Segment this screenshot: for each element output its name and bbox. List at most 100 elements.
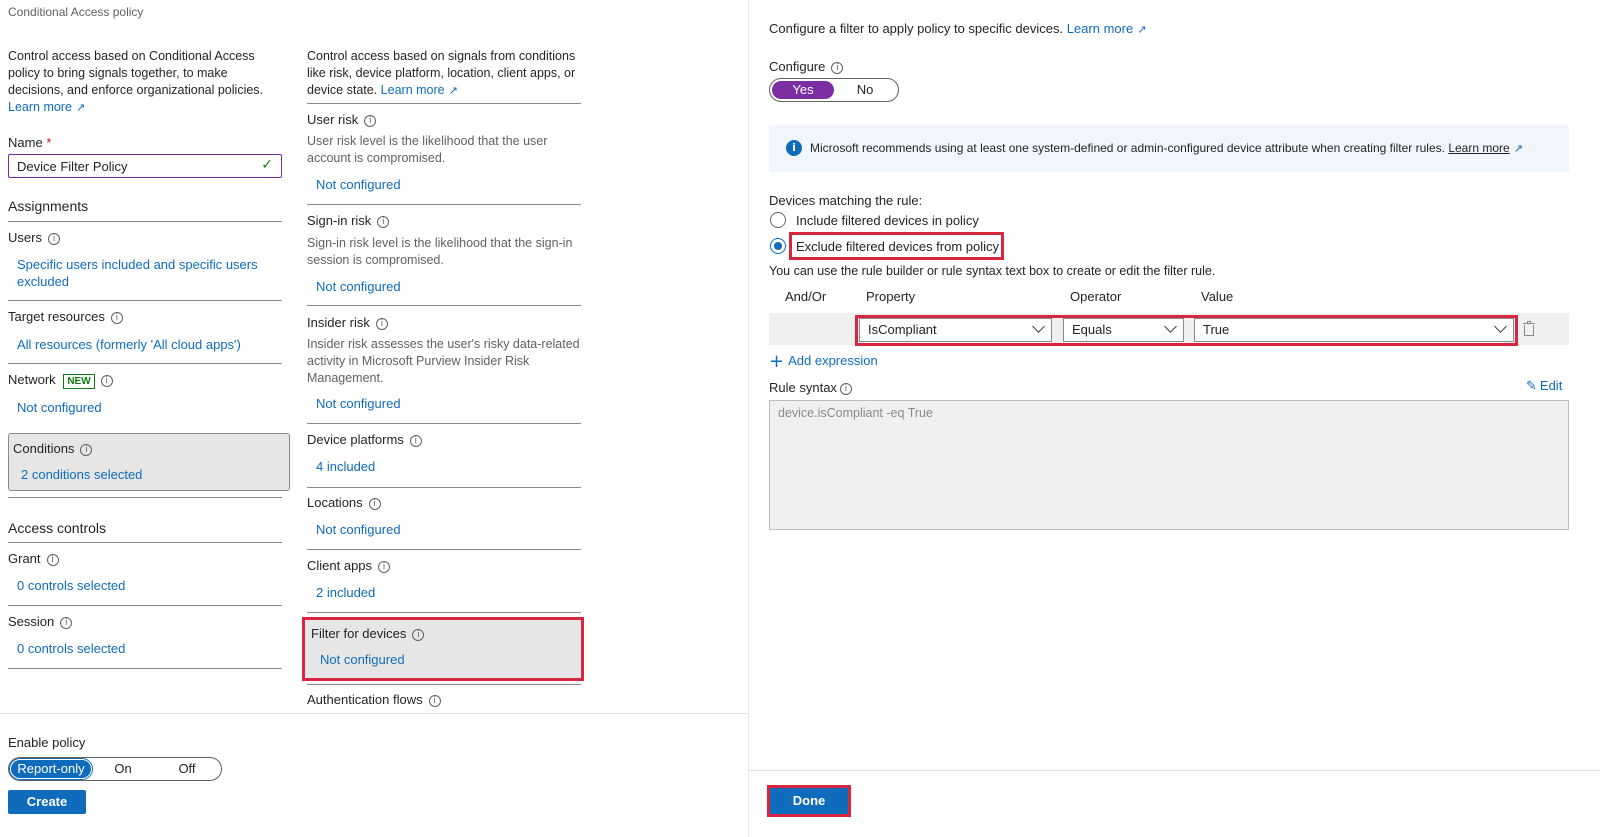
session-value-link[interactable]: 0 controls selected (17, 641, 125, 656)
divider (307, 204, 581, 205)
info-icon[interactable]: i (428, 695, 441, 707)
left-learn-more-link[interactable]: Learn more (8, 100, 72, 114)
name-input[interactable]: Device Filter Policy ✓ (8, 154, 282, 178)
device-platforms-label: Device platforms i (307, 432, 422, 447)
network-label-text: Network (8, 372, 56, 387)
users-label: Users i (8, 230, 60, 245)
off-option[interactable]: Off (155, 760, 219, 778)
locations-label: Locations i (307, 495, 381, 510)
include-radio-label[interactable]: Include filtered devices in policy (796, 213, 979, 228)
info-circle-icon: i (786, 140, 802, 156)
client-apps-value-link[interactable]: 2 included (316, 585, 375, 600)
info-icon[interactable]: i (364, 115, 377, 127)
divider (307, 423, 581, 424)
info-icon[interactable]: i (375, 318, 388, 330)
info-icon[interactable]: i (831, 62, 844, 74)
network-value-link[interactable]: Not configured (17, 400, 102, 415)
report-only-option[interactable]: Report-only (9, 758, 93, 780)
locations-label-text: Locations (307, 495, 363, 510)
user-risk-value-link[interactable]: Not configured (316, 177, 401, 192)
signin-risk-label: Sign-in risk i (307, 213, 390, 228)
yes-option[interactable]: Yes (772, 81, 834, 99)
user-risk-label: User risk i (307, 112, 377, 127)
divider (8, 363, 282, 364)
rule-syntax-value: device.isCompliant -eq True (778, 406, 933, 420)
info-icon[interactable]: i (60, 617, 73, 629)
required-mark: * (46, 135, 52, 150)
plus-icon: + (769, 351, 785, 372)
info-icon[interactable]: i (368, 498, 381, 510)
name-label-text: Name (8, 135, 43, 150)
enable-policy-toggle[interactable]: Report-only On Off (8, 757, 222, 781)
highlight-box (302, 617, 584, 681)
highlight-box (789, 232, 1004, 260)
edit-button[interactable]: ✎ Edit (1526, 378, 1562, 394)
info-icon[interactable]: i (839, 383, 852, 395)
device-platforms-value-link[interactable]: 4 included (316, 459, 375, 474)
divider (307, 487, 581, 488)
delete-icon[interactable] (1523, 321, 1535, 336)
middle-learn-more-link[interactable]: Learn more (381, 83, 445, 97)
network-label: Network NEW i (8, 372, 113, 389)
column-header-value: Value (1201, 289, 1234, 304)
highlight-box (855, 315, 1518, 346)
create-button[interactable]: Create (8, 790, 86, 814)
matching-label: Devices matching the rule: (769, 193, 923, 208)
info-icon[interactable]: i (377, 216, 390, 228)
signin-risk-value-link[interactable]: Not configured (316, 279, 401, 294)
target-resources-link[interactable]: All resources (formerly 'All cloud apps'… (17, 337, 241, 352)
conditions-card[interactable]: Conditions i 2 conditions selected (8, 433, 290, 491)
info-icon[interactable]: i (100, 375, 113, 387)
grant-label: Grant i (8, 551, 59, 566)
new-badge: NEW (63, 374, 95, 389)
conditions-value-link[interactable]: 2 conditions selected (21, 467, 142, 482)
users-value-link[interactable]: Specific users included and specific use… (17, 256, 267, 290)
divider (8, 668, 282, 669)
divider (8, 497, 282, 498)
add-expression-button[interactable]: + Add expression (769, 351, 878, 372)
enable-policy-label: Enable policy (8, 735, 86, 750)
info-icon[interactable]: i (47, 233, 60, 245)
assignments-heading: Assignments (8, 198, 89, 214)
divider (8, 542, 282, 543)
edit-label: Edit (1539, 378, 1563, 393)
grant-value-link[interactable]: 0 controls selected (17, 578, 125, 593)
info-icon[interactable]: i (46, 554, 59, 566)
info-icon[interactable]: i (409, 435, 422, 447)
info-icon[interactable]: i (378, 561, 391, 573)
users-label-text: Users (8, 230, 42, 245)
info-icon[interactable]: i (80, 444, 93, 456)
target-resources-label: Target resources i (8, 309, 123, 324)
external-link-icon: ↗ (1137, 23, 1147, 36)
right-learn-more-link[interactable]: Learn more (1067, 21, 1133, 36)
info-banner-learn-more-link[interactable]: Learn more (1448, 141, 1509, 155)
signin-risk-description: Sign-in risk level is the likelihood tha… (307, 236, 573, 267)
info-icon[interactable]: i (110, 312, 123, 324)
highlight-box (767, 785, 851, 817)
session-label: Session i (8, 614, 73, 629)
insider-risk-value-link[interactable]: Not configured (316, 396, 401, 411)
divider (8, 300, 282, 301)
locations-value-link[interactable]: Not configured (316, 522, 401, 537)
no-option[interactable]: No (834, 81, 896, 99)
middle-intro: Control access based on signals from con… (307, 48, 583, 99)
conditions-label: Conditions i (13, 441, 93, 456)
rule-syntax-textarea[interactable]: device.isCompliant -eq True (769, 400, 1569, 530)
info-banner: i Microsoft recommends using at least on… (769, 125, 1569, 172)
divider (8, 605, 282, 606)
on-option[interactable]: On (91, 760, 155, 778)
right-footer-divider (749, 770, 1600, 771)
include-radio[interactable] (770, 212, 786, 228)
exclude-radio[interactable] (770, 238, 786, 254)
divider (307, 305, 581, 306)
divider (307, 684, 581, 685)
auth-flows-label-text: Authentication flows (307, 692, 423, 707)
left-intro-text: Control access based on Conditional Acce… (8, 49, 264, 97)
client-apps-label-text: Client apps (307, 558, 373, 573)
divider (307, 612, 581, 613)
authentication-flows-label: Authentication flows i (307, 692, 441, 707)
configure-toggle[interactable]: Yes No (769, 78, 899, 102)
device-platforms-label-text: Device platforms (307, 432, 404, 447)
insider-risk-description: Insider risk assesses the user's risky d… (307, 337, 580, 385)
pencil-icon: ✎ (1526, 379, 1537, 394)
